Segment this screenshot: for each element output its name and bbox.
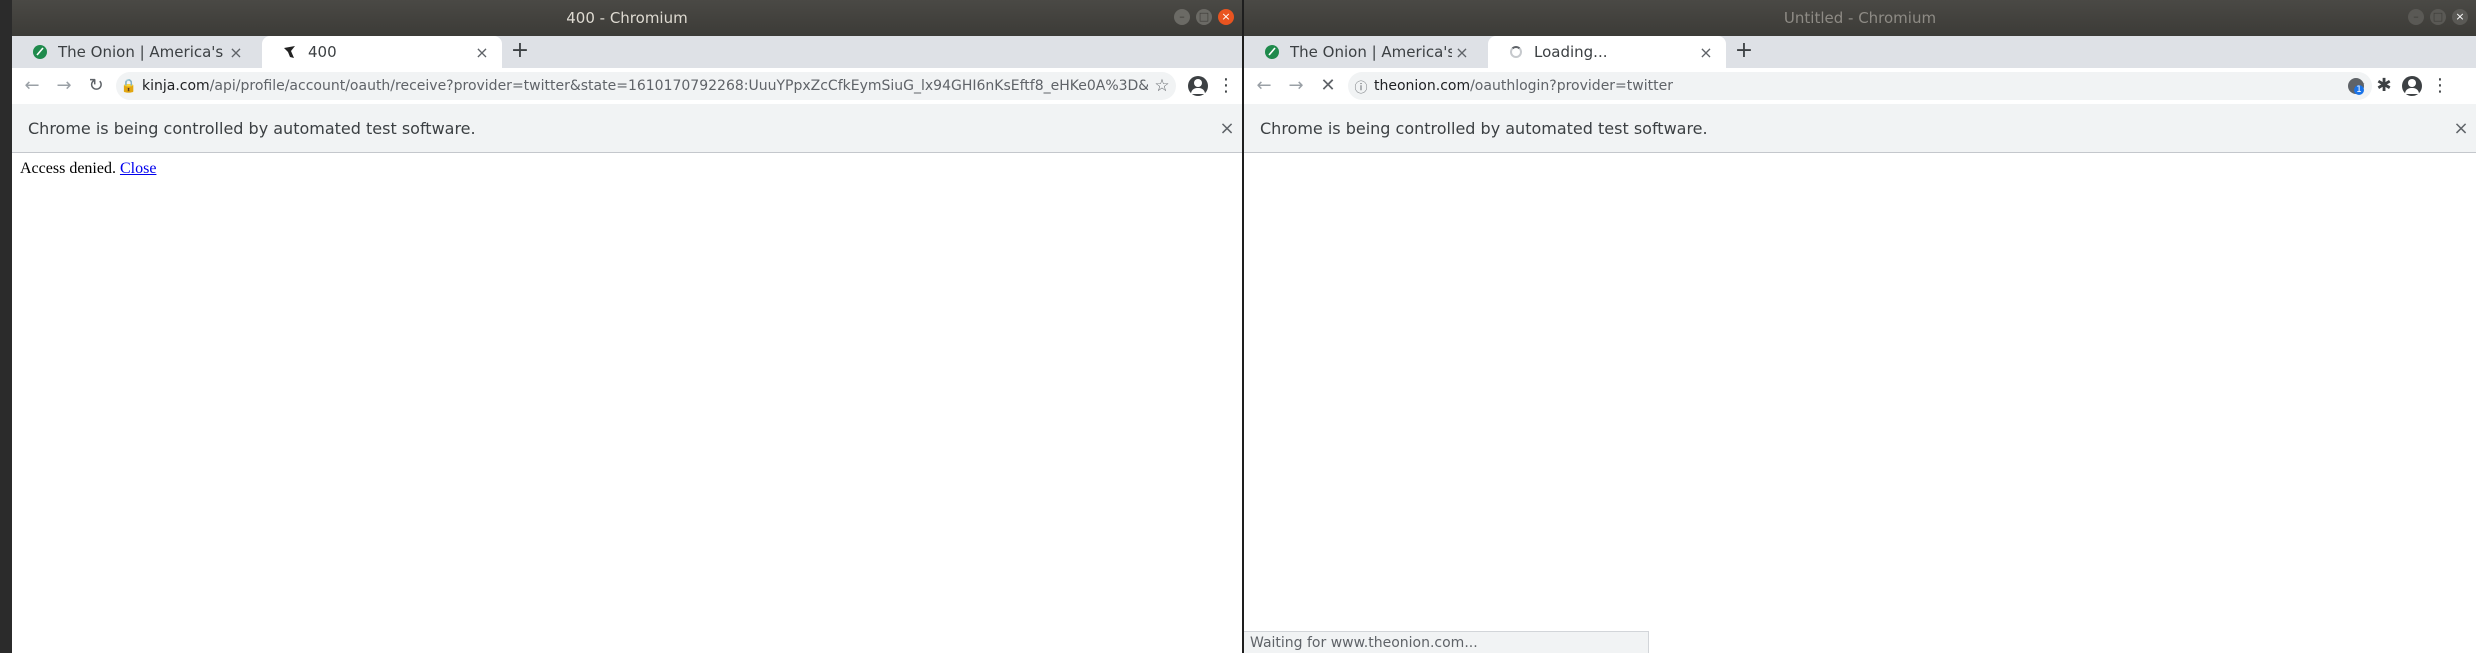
infobar-message: Chrome is being controlled by automated …: [1260, 118, 1708, 138]
window-titlebar[interactable]: Untitled - Chromium – □ ×: [1244, 0, 2476, 36]
tab-label: Loading...: [1534, 43, 1608, 61]
tab-strip: The Onion | America's Fin × 400 × +: [12, 36, 1242, 68]
onion-favicon-icon: [33, 45, 47, 59]
tab-loading[interactable]: Loading... ×: [1488, 36, 1726, 68]
address-bar[interactable]: ⓘ theonion.com/oauthlogin?provider=twitt…: [1348, 72, 2372, 100]
address-bar[interactable]: 🔒 kinja.com/api/profile/account/oauth/re…: [116, 72, 1176, 100]
extension-badge-icon[interactable]: 1: [2344, 74, 2368, 98]
close-window-button[interactable]: ×: [1218, 9, 1234, 25]
stop-loading-button[interactable]: ✕: [1314, 72, 1342, 100]
browser-toolbar: ← → ↻ 🔒 kinja.com/api/profile/account/oa…: [12, 68, 1242, 104]
left-browser-window: 400 - Chromium – □ × The Onion | America…: [12, 0, 1244, 653]
infobar-close-icon[interactable]: ×: [2446, 118, 2476, 139]
access-denied-text: Access denied.: [20, 160, 116, 177]
infobar-close-icon[interactable]: ×: [1212, 118, 1242, 139]
window-titlebar[interactable]: 400 - Chromium – □ ×: [12, 0, 1242, 36]
info-icon[interactable]: ⓘ: [1348, 77, 1374, 96]
tab-close-icon[interactable]: ×: [472, 43, 492, 62]
automation-infobar: Chrome is being controlled by automated …: [12, 104, 1242, 153]
minimize-button[interactable]: –: [2408, 9, 2424, 25]
browser-toolbar: ← → ✕ ⓘ theonion.com/oauthlogin?provider…: [1244, 68, 2476, 104]
onion-favicon-icon: [1265, 45, 1279, 59]
close-window-button[interactable]: ×: [2452, 9, 2468, 25]
tab-label: The Onion | America's Fin: [1290, 43, 1452, 61]
url-text: theonion.com/oauthlogin?provider=twitter: [1374, 78, 1673, 94]
tab-close-icon[interactable]: ×: [226, 43, 246, 62]
right-browser-window: Untitled - Chromium – □ × The Onion | Am…: [1244, 0, 2476, 653]
profile-avatar-icon[interactable]: [2400, 74, 2424, 98]
tab-label: The Onion | America's Fin: [58, 43, 226, 61]
tab-the-onion[interactable]: The Onion | America's Fin ×: [12, 36, 256, 68]
tab-strip: The Onion | America's Fin × Loading... ×…: [1244, 36, 2476, 68]
menu-kebab-icon[interactable]: ⋮: [2428, 74, 2452, 98]
tab-the-onion[interactable]: The Onion | America's Fin ×: [1244, 36, 1482, 68]
automation-infobar: Chrome is being controlled by automated …: [1244, 104, 2476, 153]
tab-label: 400: [308, 43, 337, 61]
forward-button[interactable]: →: [1282, 72, 1310, 100]
status-bubble: Waiting for www.theonion.com...: [1244, 631, 1649, 653]
profile-avatar-icon[interactable]: [1186, 74, 1210, 98]
extensions-puzzle-icon[interactable]: ✱: [2372, 74, 2396, 98]
maximize-button[interactable]: □: [1196, 9, 1212, 25]
url-text: kinja.com/api/profile/account/oauth/rece…: [142, 78, 1148, 94]
window-title: 400 - Chromium: [566, 9, 688, 27]
forward-button[interactable]: →: [50, 72, 78, 100]
new-tab-button[interactable]: +: [1730, 36, 1758, 68]
new-tab-button[interactable]: +: [506, 36, 534, 68]
menu-kebab-icon[interactable]: ⋮: [1214, 74, 1238, 98]
reload-button[interactable]: ↻: [82, 72, 110, 100]
close-link[interactable]: Close: [120, 160, 156, 177]
extension-badge-count: 1: [2354, 85, 2364, 95]
minimize-button[interactable]: –: [1174, 9, 1190, 25]
page-body: Access denied. Close: [20, 160, 1234, 178]
lock-icon[interactable]: 🔒: [116, 79, 142, 94]
page-content: Waiting for www.theonion.com...: [1244, 153, 2476, 653]
kinja-favicon-icon: [284, 46, 295, 58]
loading-spinner-icon: [1508, 44, 1524, 60]
tab-close-icon[interactable]: ×: [1452, 43, 1472, 62]
page-content: Access denied. Close: [12, 153, 1242, 653]
infobar-message: Chrome is being controlled by automated …: [28, 118, 476, 138]
tab-close-icon[interactable]: ×: [1696, 43, 1716, 62]
back-button[interactable]: ←: [1250, 72, 1278, 100]
maximize-button[interactable]: □: [2430, 9, 2446, 25]
tab-400[interactable]: 400 ×: [262, 36, 502, 68]
bookmark-star-icon[interactable]: ☆: [1148, 76, 1176, 96]
window-title: Untitled - Chromium: [1783, 9, 1937, 27]
back-button[interactable]: ←: [18, 72, 46, 100]
